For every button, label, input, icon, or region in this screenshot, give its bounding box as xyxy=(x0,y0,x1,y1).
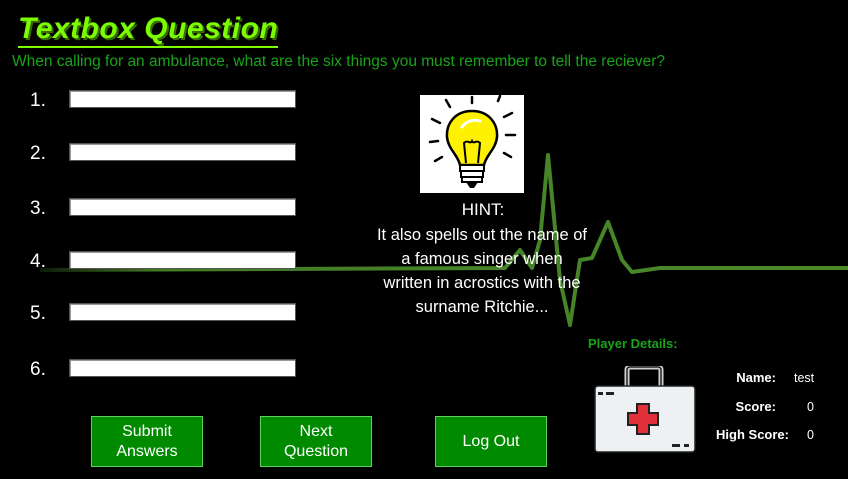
player-name-label: Name: xyxy=(736,370,776,385)
answer-input-6[interactable] xyxy=(69,359,296,377)
answer-number-1: 1. xyxy=(30,90,46,111)
page-title: Textbox Question xyxy=(18,12,279,48)
answer-input-4[interactable] xyxy=(69,251,296,269)
player-high-score-value: 0 xyxy=(807,428,814,442)
answer-number-6: 6. xyxy=(30,359,46,380)
player-score-label: Score: xyxy=(735,399,776,414)
player-high-score-label: High Score: xyxy=(716,427,789,442)
answer-number-4: 4. xyxy=(30,251,46,272)
player-score-value: 0 xyxy=(807,400,814,414)
next-question-button[interactable]: Next Question xyxy=(260,416,372,467)
hint-title: HINT: xyxy=(461,200,505,219)
answer-input-5[interactable] xyxy=(69,303,296,321)
hint-image xyxy=(420,94,524,193)
log-out-button[interactable]: Log Out xyxy=(435,416,547,467)
answer-input-3[interactable] xyxy=(69,198,296,216)
submit-answers-button[interactable]: Submit Answers xyxy=(91,416,203,467)
answer-number-2: 2. xyxy=(30,143,46,164)
question-text: When calling for an ambulance, what are … xyxy=(12,53,666,70)
player-name-value: test xyxy=(794,371,815,385)
answer-input-1[interactable] xyxy=(69,90,296,108)
answer-number-5: 5. xyxy=(30,303,46,324)
hint-text: It also spells out the name of a famous … xyxy=(376,226,588,316)
player-details-title: Player Details: xyxy=(588,336,678,351)
lightbulb-icon xyxy=(428,94,517,188)
first-aid-kit-icon xyxy=(594,366,696,453)
answer-input-2[interactable] xyxy=(69,143,296,161)
answer-number-3: 3. xyxy=(30,198,46,219)
